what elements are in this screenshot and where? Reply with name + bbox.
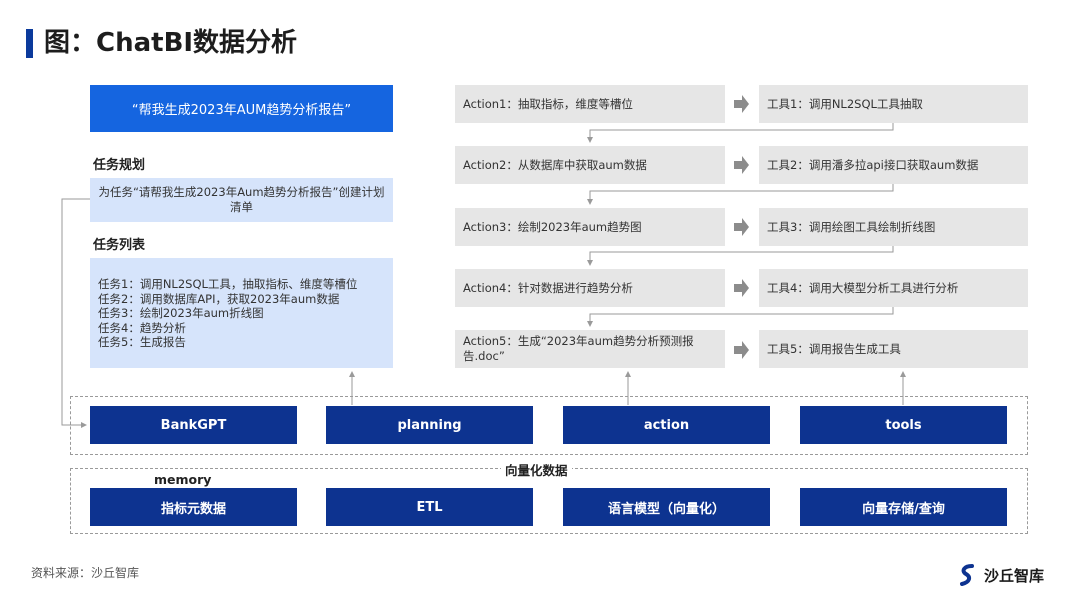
action-box-2: Action2：从数据库中获取aum数据 xyxy=(455,146,725,184)
brand-name: 沙丘智库 xyxy=(984,566,1045,585)
planning-node-label: planning xyxy=(397,417,462,433)
vector-data-label: 向量化数据 xyxy=(501,460,572,479)
tool-text: 工具5：调用报告生成工具 xyxy=(767,341,901,356)
language-model-box: 语言模型（向量化） xyxy=(563,488,770,526)
tool-text: 工具3：调用绘图工具绘制折线图 xyxy=(767,219,936,234)
tool-text: 工具2：调用潘多拉api接口获取aum数据 xyxy=(767,157,979,172)
action-node-label: action xyxy=(643,417,690,433)
planning-box: 为任务“请帮我生成2023年Aum趋势分析报告”创建计划清单 xyxy=(90,178,393,222)
metric-metadata-label: 指标元数据 xyxy=(160,501,226,517)
memory-label: memory xyxy=(154,472,212,487)
tools-node: tools xyxy=(800,406,1007,444)
task-item: 任务4：趋势分析 xyxy=(98,320,186,335)
task-item: 任务1：调用NL2SQL工具，抽取指标、维度等槽位 xyxy=(98,277,358,291)
planning-box-node: planning xyxy=(326,406,533,444)
action-box-1: Action1：抽取指标，维度等槽位 xyxy=(455,85,725,123)
task-item: 任务3：绘制2023年aum折线图 xyxy=(98,306,264,321)
bankgpt-label: BankGPT xyxy=(160,417,227,433)
right-arrow-icon xyxy=(734,341,749,359)
tools-node-label: tools xyxy=(885,417,922,433)
tool-text: 工具4：调用大模型分析工具进行分析 xyxy=(767,280,959,295)
action-text: Action1：抽取指标，维度等槽位 xyxy=(463,96,633,111)
vector-storage-label: 向量存储/查询 xyxy=(862,501,945,517)
brand-logo: 沙丘智库 xyxy=(958,564,1044,586)
tool-box-1: 工具1：调用NL2SQL工具抽取 xyxy=(759,85,1028,123)
tool-box-4: 工具4：调用大模型分析工具进行分析 xyxy=(759,269,1028,307)
user-prompt-box: “帮我生成2023年AUM趋势分析报告” xyxy=(90,85,393,132)
right-arrow-icon xyxy=(734,156,749,174)
language-model-label: 语言模型（向量化） xyxy=(607,501,725,517)
action-box-3: Action3：绘制2023年aum趋势图 xyxy=(455,208,725,246)
step-connector-3 xyxy=(587,245,894,266)
action-box-5: Action5：生成“2023年aum趋势分析预测报告.doc” xyxy=(455,330,725,368)
task-item: 任务2：调用数据库API，获取2023年aum数据 xyxy=(98,291,340,306)
action-text: Action2：从数据库中获取aum数据 xyxy=(463,157,647,172)
action-text: Action4：针对数据进行趋势分析 xyxy=(463,280,633,295)
right-arrow-icon xyxy=(734,95,749,113)
task-list-box: 任务1：调用NL2SQL工具，抽取指标、维度等槽位 任务2：调用数据库API，获… xyxy=(90,258,393,368)
tool-box-5: 工具5：调用报告生成工具 xyxy=(759,330,1028,368)
etl-box: ETL xyxy=(326,488,533,526)
bankgpt-box: BankGPT xyxy=(90,406,297,444)
action-text: Action5：生成“2023年aum趋势分析预测报告.doc” xyxy=(463,334,694,363)
vector-storage-box: 向量存储/查询 xyxy=(800,488,1007,526)
action-box-4: Action4：针对数据进行趋势分析 xyxy=(455,269,725,307)
source-note: 资料来源：沙丘智库 xyxy=(31,566,140,580)
action-node: action xyxy=(563,406,770,444)
action-text: Action3：绘制2023年aum趋势图 xyxy=(463,219,642,234)
etl-label: ETL xyxy=(416,499,443,515)
task-item: 任务5：生成报告 xyxy=(98,335,186,350)
metric-metadata-box: 指标元数据 xyxy=(90,488,297,526)
tool-text: 工具1：调用NL2SQL工具抽取 xyxy=(767,96,923,111)
step-connector-2 xyxy=(587,184,894,205)
loop-connector xyxy=(61,198,90,428)
right-arrow-icon xyxy=(734,279,749,297)
right-arrow-icon xyxy=(734,218,749,236)
step-connector-4 xyxy=(587,307,894,327)
planning-text: 为任务“请帮我生成2023年Aum趋势分析报告”创建计划清单 xyxy=(98,185,385,214)
tool-box-3: 工具3：调用绘图工具绘制折线图 xyxy=(759,208,1028,246)
brand-mark-icon xyxy=(960,564,974,586)
step-connector-1 xyxy=(587,123,894,143)
tool-box-2: 工具2：调用潘多拉api接口获取aum数据 xyxy=(759,146,1028,184)
task-list-label: 任务列表 xyxy=(93,238,146,253)
planning-label: 任务规划 xyxy=(93,158,146,173)
